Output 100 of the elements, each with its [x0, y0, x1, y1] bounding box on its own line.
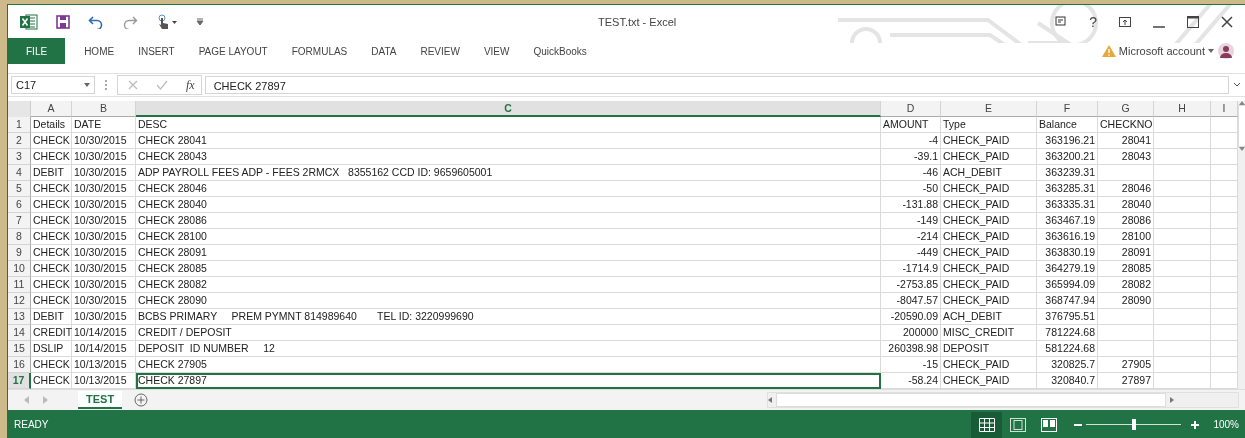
table-cell: 10/30/2015 [72, 165, 136, 181]
row-header[interactable]: 15 [8, 341, 31, 357]
maximize-icon[interactable] [1187, 15, 1199, 28]
table-cell: 10/13/2015 [72, 357, 136, 373]
table-cell: CHECK 28086 [136, 213, 881, 229]
row-header[interactable]: 12 [8, 293, 31, 309]
row-header[interactable]: 8 [8, 229, 31, 245]
table-cell: -449 [881, 245, 941, 261]
vertical-scrollbar[interactable] [1238, 101, 1245, 389]
restore-ribbon-icon[interactable] [1119, 16, 1131, 27]
row-header[interactable]: 10 [8, 261, 31, 277]
sheet-tab[interactable]: TEST [78, 391, 123, 409]
row-header[interactable]: 13 [8, 309, 31, 325]
row-header[interactable]: 2 [8, 133, 31, 149]
column-header[interactable]: B [72, 101, 136, 117]
ribbon-tab[interactable]: REVIEW [409, 38, 471, 64]
row-header[interactable]: 4 [8, 165, 31, 181]
table-cell: CHECK_PAID [941, 197, 1037, 213]
page-icon [1009, 417, 1026, 432]
table-cell: AMOUNT [881, 117, 941, 133]
zoom-level[interactable]: 100% [1213, 419, 1239, 430]
table-cell: CHECK [31, 133, 72, 149]
ribbon-display-icon[interactable] [1055, 15, 1068, 28]
row-header[interactable]: 16 [8, 357, 31, 373]
avatar-icon[interactable] [1217, 42, 1235, 60]
table-cell: Details [31, 117, 72, 133]
close-icon[interactable] [1221, 15, 1233, 28]
name-box[interactable]: C17 [11, 76, 95, 94]
table-cell: CHECK_PAID [941, 133, 1037, 149]
column-header[interactable]: D [881, 101, 941, 117]
ribbon-tab[interactable]: QuickBooks [522, 38, 598, 64]
ribbon-tab[interactable]: VIEW [472, 38, 521, 64]
scroll-thumb[interactable] [776, 393, 1166, 407]
table-cell: CHECK 28043 [136, 149, 881, 165]
help-button[interactable]: ? [1089, 13, 1097, 30]
empty-cell [1154, 309, 1211, 325]
table-cell: DEBIT [31, 165, 72, 181]
column-header[interactable]: G [1098, 101, 1154, 117]
column-header[interactable]: F [1037, 101, 1098, 117]
table-cell: 28086 [1098, 213, 1154, 229]
table-cell: CHECK [31, 197, 72, 213]
ribbon-tab[interactable]: DATA [360, 38, 408, 64]
customize-menu-icon[interactable] [196, 17, 204, 26]
table-cell: CHECKNO [1098, 117, 1154, 133]
table-cell: 10/30/2015 [72, 309, 136, 325]
ribbon-tab[interactable]: FILE [8, 38, 66, 64]
column-header[interactable]: I [1211, 101, 1238, 117]
row-header[interactable]: 14 [8, 325, 31, 341]
row-header[interactable]: 5 [8, 181, 31, 197]
scroll-thumb[interactable] [1238, 105, 1245, 147]
zoom-in-icon[interactable] [1191, 420, 1200, 429]
row-header[interactable]: 3 [8, 149, 31, 165]
touch-mode-icon[interactable] [156, 13, 178, 30]
table-cell: CHECK_PAID [941, 149, 1037, 165]
row-header[interactable]: 1 [8, 117, 31, 133]
table-cell: -131.88 [881, 197, 941, 213]
table-cell: CHECK_PAID [941, 261, 1037, 277]
column-header[interactable]: C [136, 101, 881, 117]
column-header[interactable]: E [941, 101, 1037, 117]
redo-icon[interactable] [122, 14, 138, 29]
row-header[interactable]: 11 [8, 277, 31, 293]
ribbon-tab[interactable]: PAGE LAYOUT [187, 38, 279, 64]
normal-view-button[interactable] [971, 411, 1003, 438]
row-header[interactable]: 7 [8, 213, 31, 229]
expand-icon[interactable] [1233, 82, 1241, 88]
table-cell: -39.1 [881, 149, 941, 165]
table-cell: 10/14/2015 [72, 325, 136, 341]
add-sheet-icon[interactable] [134, 393, 149, 407]
table-cell: 28100 [1098, 229, 1154, 245]
table-cell: DEBIT [31, 309, 72, 325]
row-header[interactable]: 17 [8, 373, 31, 389]
scroll-left-icon[interactable] [768, 397, 772, 403]
table-cell: CHECK 27905 [136, 357, 881, 373]
table-cell: 10/30/2015 [72, 293, 136, 309]
column-header[interactable]: H [1154, 101, 1211, 117]
ribbon-tab[interactable]: INSERT [127, 38, 186, 64]
row-header[interactable]: 9 [8, 245, 31, 261]
table-cell: CHECK_PAID [941, 357, 1037, 373]
table-cell: Balance [1037, 117, 1098, 133]
table-cell: CHECK 28091 [136, 245, 881, 261]
table-cell: CHECK 27897 [136, 373, 881, 389]
ribbon-tab[interactable]: HOME [73, 38, 126, 64]
scroll-right-icon[interactable] [1170, 397, 1174, 403]
table-cell: 10/30/2015 [72, 261, 136, 277]
row-header[interactable]: 6 [8, 197, 31, 213]
table-cell: 363335.31 [1037, 197, 1098, 213]
table-cell: 10/30/2015 [72, 197, 136, 213]
column-header[interactable]: A [31, 101, 72, 117]
undo-icon[interactable] [88, 14, 104, 29]
table-cell: CHECK [31, 213, 72, 229]
save-icon[interactable] [56, 14, 70, 29]
caret-icon[interactable] [1208, 49, 1214, 53]
horizontal-scrollbar[interactable] [767, 392, 1239, 408]
table-cell: 28043 [1098, 149, 1154, 165]
empty-cell [1154, 117, 1211, 133]
insert-function-button[interactable]: fx [186, 77, 195, 93]
account-button[interactable]: Microsoft account [1118, 45, 1205, 57]
table-cell: -50 [881, 181, 941, 197]
formula-field[interactable]: CHECK 27897 [204, 76, 1229, 94]
ribbon-tab[interactable]: FORMULAS [280, 38, 359, 64]
